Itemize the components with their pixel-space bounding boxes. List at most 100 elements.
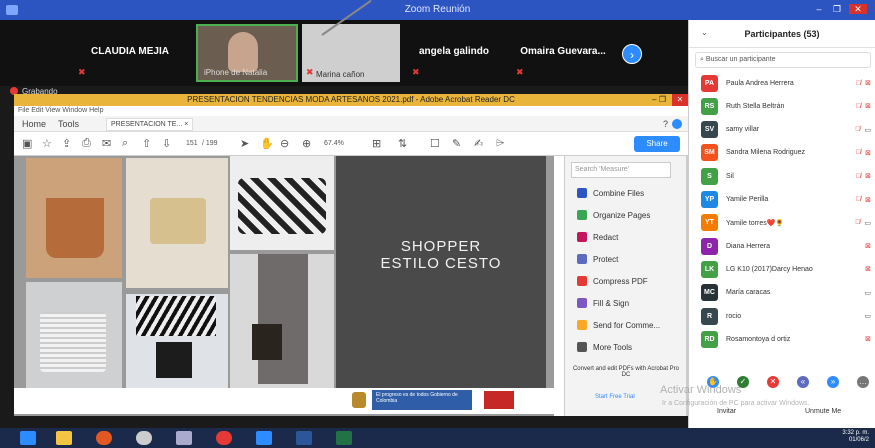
acrobat-menu-bar[interactable]: File Edit View Window Help (14, 106, 688, 116)
hand-tool-icon[interactable]: ✋ (260, 137, 274, 150)
zoom-out-icon[interactable]: ⊖ (280, 137, 289, 150)
clock-time[interactable]: 3:32 p. m. (842, 430, 869, 437)
page-number-input[interactable]: 151 (186, 140, 198, 147)
tool-more-tools[interactable]: More Tools (577, 340, 632, 354)
zoom-in-icon[interactable]: ⊕ (302, 137, 311, 150)
participant-row[interactable]: YP Yamile Perilla 🎙̸ ⊠ (701, 190, 871, 210)
participant-name: Rosamontoya d ortiz (726, 335, 791, 343)
participant-search-input[interactable]: ⌕ Buscar un participante (695, 52, 871, 68)
organize-pages-icon (577, 210, 587, 220)
scroll-mode-icon[interactable]: ⇅ (398, 137, 407, 150)
select-cursor-icon[interactable]: ➤ (240, 137, 249, 150)
participant-row[interactable]: Rrocio ▭ (701, 306, 871, 326)
participant-row[interactable]: D Diana Herrera ⊠ (701, 236, 871, 256)
tool-organize-pages[interactable]: Organize Pages (577, 208, 650, 222)
document-view[interactable]: SHOPPER ESTILO CESTO El progreso es de t… (14, 156, 554, 416)
app-icon[interactable] (176, 431, 192, 445)
video-tile-claudia[interactable]: CLAUDIA MEJIA ✖ (70, 24, 190, 82)
file-explorer-icon[interactable] (56, 431, 72, 445)
email-icon[interactable]: ✉ (102, 137, 111, 150)
more-tools-icon (577, 342, 587, 352)
tag-icon[interactable]: ⌲ (496, 137, 505, 150)
video-tile-angela[interactable]: angela galindo ✖ (404, 24, 504, 82)
acrobat-close-button[interactable]: ✕ (672, 94, 688, 106)
participant-row[interactable]: RS Ruth Stella Beltrán 🎙̸ ⊠ (701, 96, 871, 116)
participant-row[interactable]: MC María caracas ▭ (701, 283, 871, 303)
fit-page-icon[interactable]: ⊞ (372, 137, 381, 150)
sign-icon[interactable]: ✍ (474, 137, 483, 150)
invite-button[interactable]: Invitar (717, 408, 736, 415)
avatar: D (701, 237, 718, 255)
tab-document[interactable]: PRESENTACION TE... × (106, 118, 194, 131)
tool-redact[interactable]: Redact (577, 230, 618, 244)
print-icon[interactable]: ⎙ (82, 137, 91, 150)
slide-title: SHOPPER ESTILO CESTO (336, 238, 546, 272)
windows-activation-watermark: Activar Windows (660, 384, 742, 396)
excel-icon[interactable] (336, 431, 352, 445)
start-windows-icon[interactable] (20, 431, 36, 445)
unmute-me-button[interactable]: Unmute Me (805, 408, 841, 415)
participant-row[interactable]: SV samy villar 🎙̸ ▭ (701, 120, 871, 140)
minimize-button[interactable]: – (813, 4, 825, 14)
word-icon[interactable] (296, 431, 312, 445)
acrobat-title: PRESENTACION TENDENCIAS MODA ARTESANOS 2… (187, 95, 515, 104)
zoom-search-icon[interactable]: ⌕ (122, 137, 128, 150)
tool-compress-pdf[interactable]: Compress PDF (577, 274, 648, 288)
tools-pane: Search 'Measure' Combine Files Organize … (564, 156, 688, 416)
tool-send-for-comment[interactable]: Send for Comme... (577, 318, 660, 332)
participant-row[interactable]: S Sil 🎙̸ ⊠ (701, 166, 871, 186)
no-x-icon[interactable]: ✕ (767, 376, 779, 388)
windows-activation-hint: Ir a Configuración de PC para activar Wi… (662, 400, 810, 407)
go-faster-icon[interactable]: » (827, 376, 839, 388)
video-off-icon: ⊠ (865, 336, 871, 344)
clock-date[interactable]: 01/06/2 (842, 437, 869, 444)
maximize-button[interactable]: ❐ (831, 4, 843, 14)
tool-combine-files[interactable]: Combine Files (577, 186, 644, 200)
go-slower-icon[interactable]: « (797, 376, 809, 388)
avatar: R (701, 307, 718, 325)
video-off-icon: ⊠ (865, 80, 871, 87)
slide-title-line1: SHOPPER (400, 238, 482, 255)
video-icon: ▭ (864, 313, 871, 320)
video-tile-natalia[interactable]: iPhone de Natalia (196, 24, 298, 82)
tool-label: Fill & Sign (593, 298, 630, 308)
participant-row[interactable]: SM Sandra Milena Rodriguez 🎙̸ ⊠ (701, 143, 871, 163)
tools-search-input[interactable]: Search 'Measure' (571, 162, 671, 178)
tab-tools[interactable]: Tools (58, 119, 79, 129)
save-icon[interactable]: ▣ (22, 137, 32, 150)
more-reactions-icon[interactable]: … (857, 376, 869, 388)
tab-home[interactable]: Home (22, 119, 46, 129)
next-page-arrow-icon[interactable]: › (622, 44, 642, 64)
window-controls: – ❐ ✕ (813, 4, 867, 14)
acrobat-minimize-button[interactable]: – ❐ (652, 94, 666, 106)
close-button[interactable]: ✕ (849, 4, 867, 14)
zoom-taskbar-icon[interactable] (256, 431, 272, 445)
participant-row[interactable]: PA Paula Andrea Herrera 🎙̸ ⊠ (701, 73, 871, 93)
participant-row[interactable]: RD Rosamontoya d ortiz ⊠ (701, 329, 871, 349)
participant-row[interactable]: LK LG K10 (2017)Darcy Henao ⊠ (701, 259, 871, 279)
video-tile-omaira[interactable]: Omaira Guevara... ✖ (508, 24, 618, 82)
participant-row[interactable]: YT Yamile torres❤️🌻 🎙̸ ▭ (701, 213, 871, 233)
bookmark-star-icon[interactable]: ☆ (42, 137, 52, 150)
video-tile-marina[interactable]: ✖ Marina cañon (302, 0, 400, 82)
share-button[interactable]: Share (634, 136, 680, 152)
participant-name: Marina cañon (316, 70, 365, 79)
participant-name: rocio (726, 312, 742, 320)
help-icon[interactable]: ? (663, 119, 668, 129)
tool-label: Send for Comme... (593, 320, 661, 330)
firefox-icon[interactable] (96, 431, 112, 445)
chrome-icon[interactable] (216, 431, 232, 445)
zoom-level[interactable]: 67.4% (324, 140, 344, 147)
start-free-trial-link[interactable]: Start Free Trial (595, 394, 635, 400)
avatar: MC (701, 284, 718, 302)
media-player-icon[interactable] (136, 431, 152, 445)
tool-fill-sign[interactable]: Fill & Sign (577, 296, 629, 310)
pen-icon[interactable]: ✎ (452, 137, 461, 150)
prev-page-icon[interactable]: ⇧ (142, 137, 151, 150)
comment-icon[interactable]: ☐ (430, 137, 440, 150)
tool-protect[interactable]: Protect (577, 252, 618, 266)
next-page-icon[interactable]: ⇩ (162, 137, 171, 150)
participant-name: iPhone de Natalia (204, 68, 268, 77)
share-upload-icon[interactable]: ⇪ (62, 137, 71, 150)
profile-icon[interactable] (672, 119, 682, 129)
